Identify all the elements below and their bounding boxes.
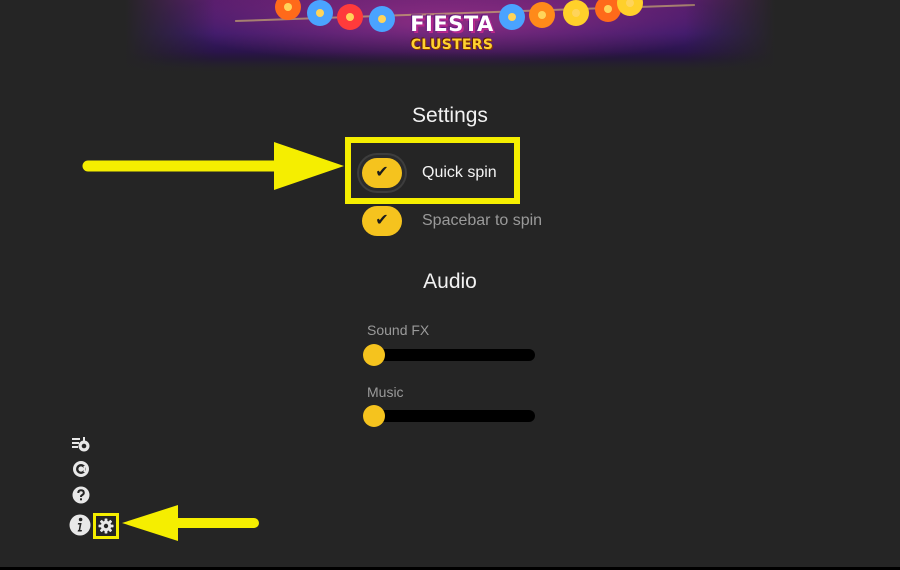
- sound-fx-label: Sound FX: [367, 322, 430, 338]
- slider-handle[interactable]: [363, 405, 385, 427]
- info-icon[interactable]: [69, 513, 91, 537]
- flower-decoration: [337, 4, 363, 30]
- flower-decoration: [499, 4, 525, 30]
- settings-gear-button[interactable]: [93, 513, 119, 539]
- sound-fx-slider[interactable]: [363, 344, 535, 366]
- spacebar-to-spin-toggle[interactable]: ✔: [362, 206, 402, 236]
- gear-icon: [98, 518, 114, 534]
- help-icon[interactable]: [71, 485, 91, 505]
- spacebar-to-spin-option[interactable]: ✔ Spacebar to spin: [362, 203, 542, 239]
- paytable-icon[interactable]: [71, 434, 91, 454]
- checkmark-icon: ✔: [375, 212, 389, 229]
- checkmark-icon: ✔: [375, 164, 389, 181]
- music-label: Music: [367, 384, 404, 400]
- spacebar-to-spin-label: Spacebar to spin: [422, 212, 543, 229]
- flower-decoration: [563, 0, 589, 26]
- quick-spin-toggle[interactable]: ✔: [362, 158, 402, 188]
- flower-decoration: [529, 2, 555, 28]
- settings-heading: Settings: [412, 104, 488, 127]
- game-logo: FIESTA CLUSTERS: [405, 12, 499, 68]
- game-banner: FIESTA CLUSTERS: [125, 0, 775, 74]
- flower-decoration: [617, 0, 643, 16]
- quick-spin-option[interactable]: ✔ Quick spin: [362, 155, 497, 191]
- logo-subtitle: CLUSTERS: [410, 37, 494, 53]
- at-icon[interactable]: [71, 459, 91, 479]
- audio-heading: Audio: [423, 270, 477, 293]
- slider-handle[interactable]: [363, 344, 385, 366]
- logo-title: FIESTA: [410, 12, 494, 36]
- flower-decoration: [369, 6, 395, 32]
- quick-spin-label: Quick spin: [422, 164, 497, 181]
- settings-panel: FIESTA CLUSTERS Settings ✔ Quick spin ✔ …: [0, 0, 900, 567]
- music-slider[interactable]: [363, 405, 535, 427]
- flower-decoration: [307, 0, 333, 26]
